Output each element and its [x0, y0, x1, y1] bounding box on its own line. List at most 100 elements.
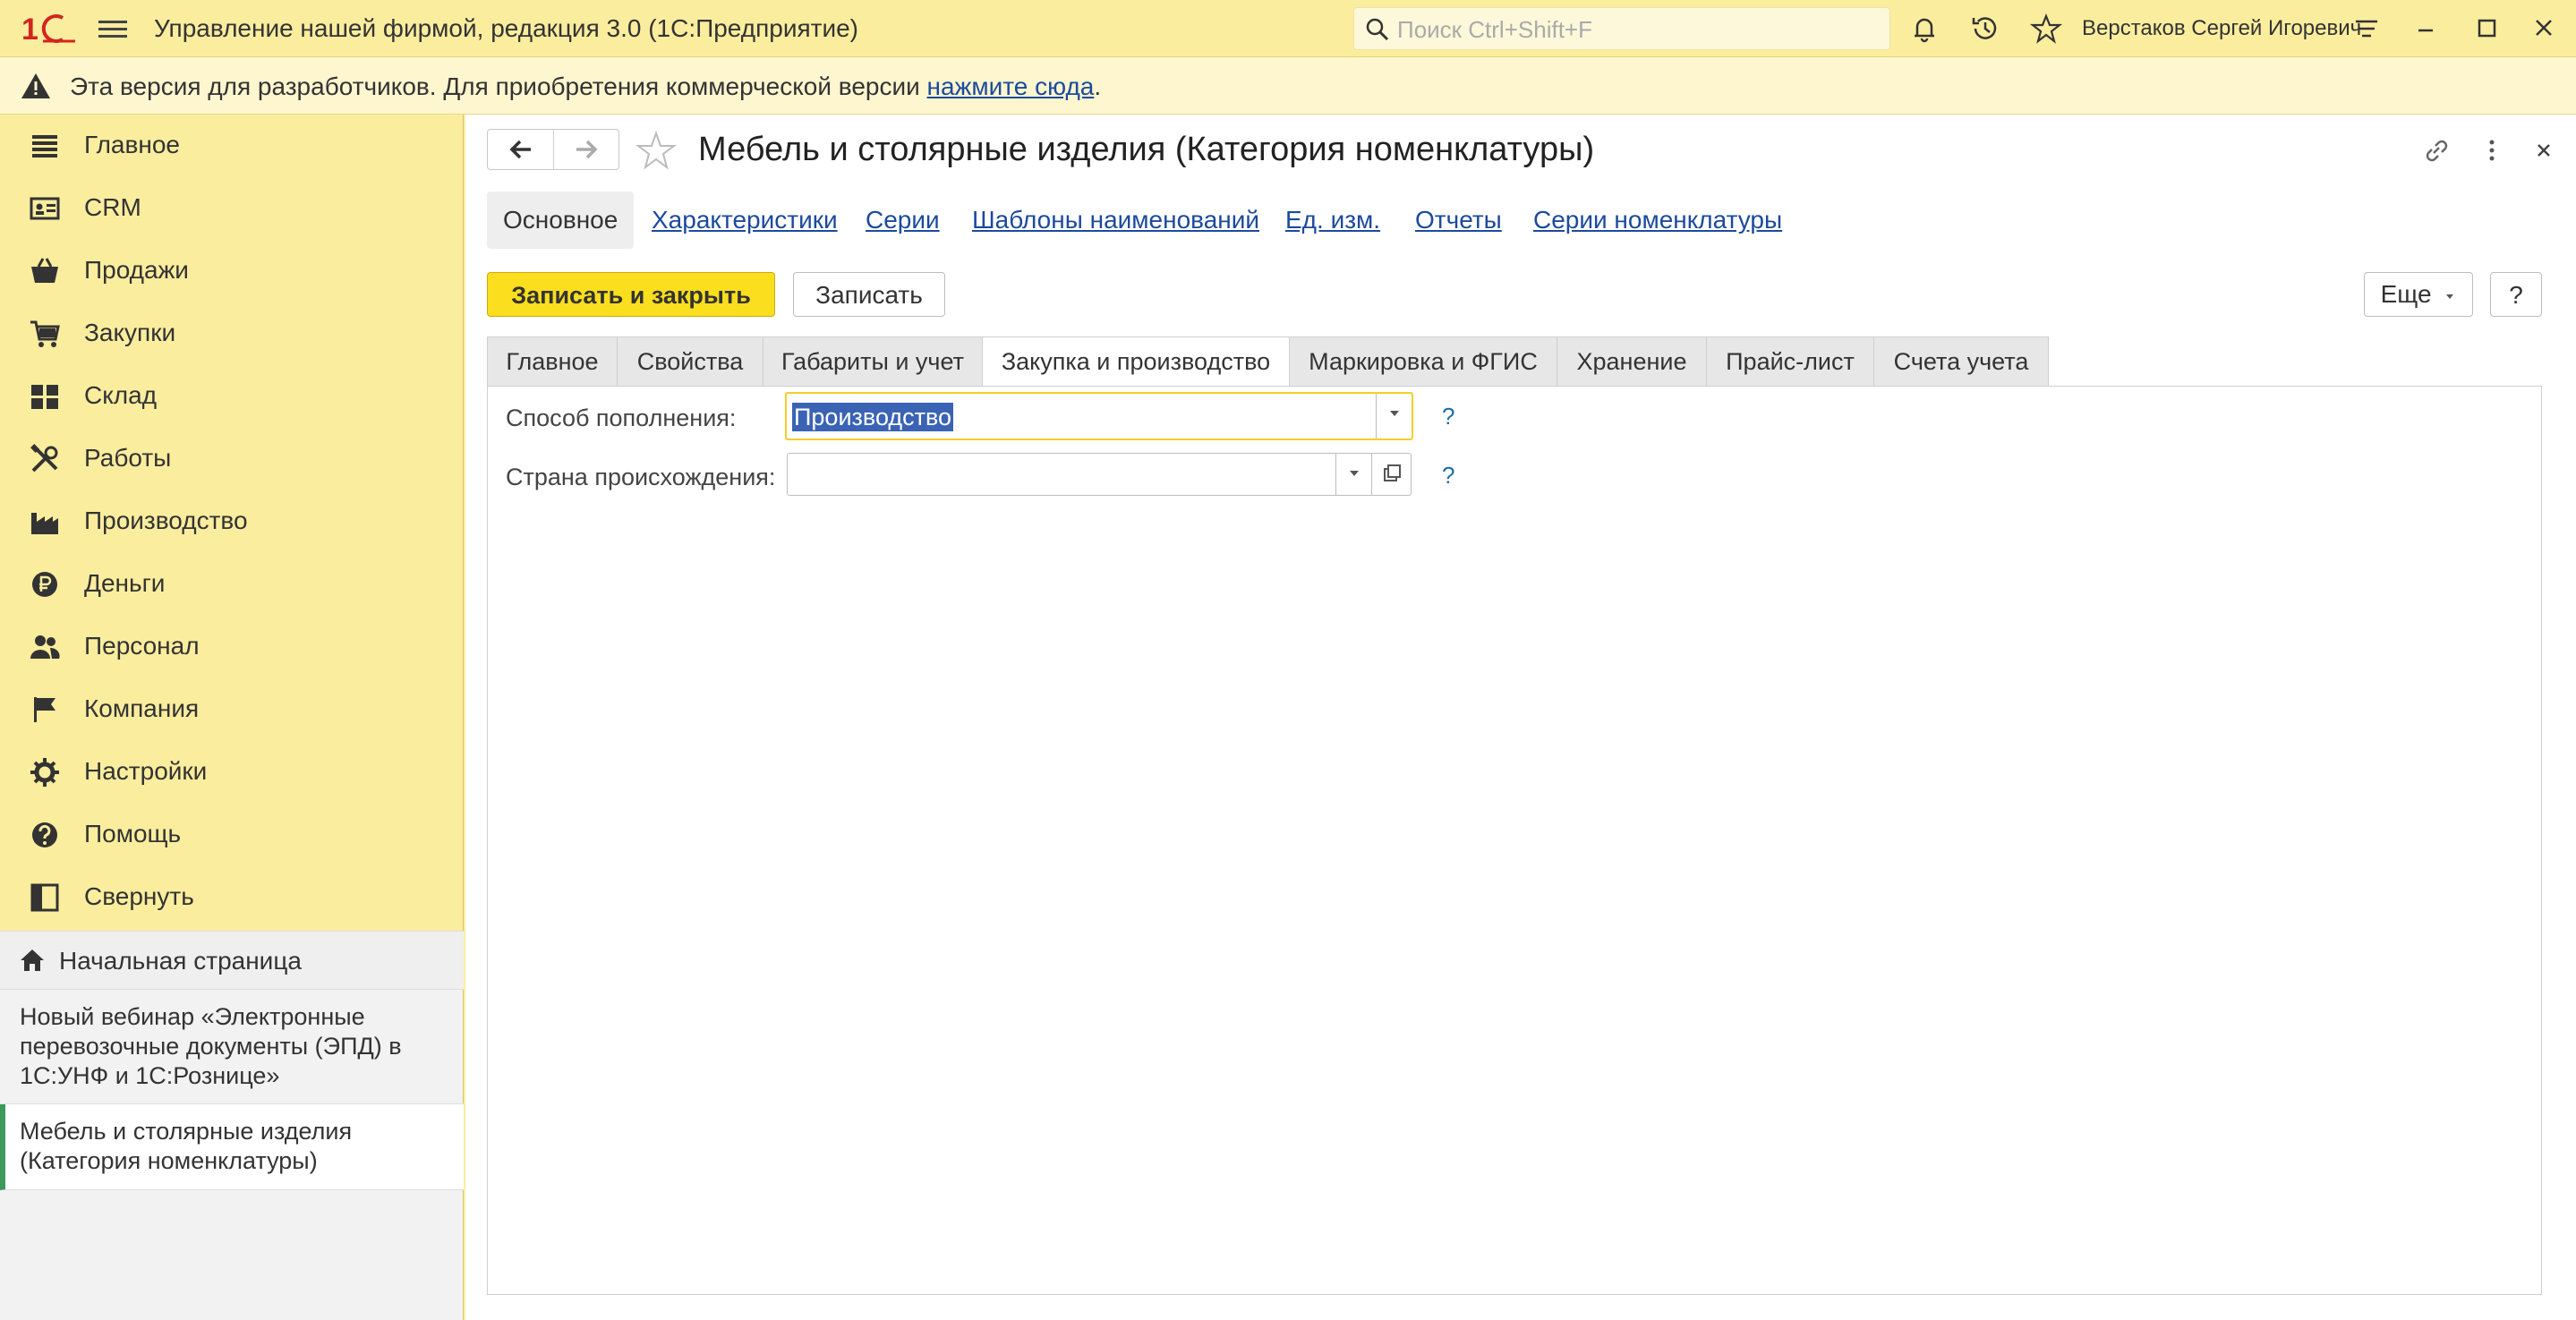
tab-price-list[interactable]: Прайс-лист [1706, 336, 1874, 387]
forward-arrow-icon[interactable] [554, 130, 619, 169]
tab-marking[interactable]: Маркировка и ФГИС [1289, 336, 1557, 387]
menu-lines-icon [32, 135, 57, 158]
sidebar-item-collapse[interactable]: Свернуть [0, 866, 464, 929]
help-circle-icon [32, 822, 57, 847]
back-arrow-icon[interactable] [488, 130, 553, 169]
subtab-characteristics[interactable]: Характеристики [652, 192, 838, 249]
flag-icon [34, 697, 55, 722]
sidebar-item-settings[interactable]: Настройки [0, 741, 464, 804]
sidebar-item-production[interactable]: Производство [0, 490, 464, 553]
sidebar-item-label: Главное [84, 131, 180, 158]
sidebar-item-main[interactable]: Главное [0, 115, 464, 177]
warning-icon [21, 73, 50, 98]
sidebar-item-company[interactable]: Компания [0, 678, 464, 741]
main-menu-icon[interactable] [98, 16, 127, 41]
notice-suffix: . [1094, 72, 1102, 100]
sidebar-item-sales[interactable]: Продажи [0, 240, 464, 302]
settings-list-icon[interactable] [2350, 13, 2383, 45]
home-icon [21, 950, 44, 971]
close-icon[interactable] [2528, 134, 2560, 166]
cart-icon [30, 320, 60, 347]
sidebar-item-works[interactable]: Работы [0, 428, 464, 490]
1c-logo-icon: 1 [21, 13, 75, 47]
close-window-icon[interactable] [2522, 9, 2565, 48]
sidebar-item-staff[interactable]: Персонал [0, 616, 464, 678]
sidebar-item-label: Продажи [84, 256, 189, 284]
home-page-label: Начальная страница [59, 947, 302, 975]
sidebar-item-crm[interactable]: CRM [0, 177, 464, 240]
sidebar-item-label: Персонал [84, 632, 200, 660]
document-window: Мебель и столярные изделия (Категория но… [465, 115, 2576, 1320]
app-title: Управление нашей фирмой, редакция 3.0 (1… [154, 14, 858, 42]
notice-message: Эта версия для разработчиков. Для приобр… [70, 72, 927, 100]
tab-main[interactable]: Главное [487, 336, 618, 387]
country-dropdown-button[interactable] [1335, 454, 1371, 495]
subtab-main[interactable]: Основное [487, 192, 635, 249]
subtab-item-series[interactable]: Серии номенклатуры [1533, 192, 1782, 249]
sidebar-item-warehouse[interactable]: Склад [0, 365, 464, 428]
tab-properties[interactable]: Свойства [617, 336, 763, 387]
sidebar-item-help[interactable]: Помощь [0, 804, 464, 866]
factory-icon [31, 513, 58, 534]
collapse-panel-icon [30, 883, 59, 912]
search-box[interactable] [1353, 7, 1890, 50]
search-input[interactable] [1395, 13, 1882, 46]
chevron-down-icon [2446, 294, 2454, 299]
link-icon[interactable] [2420, 134, 2452, 166]
sidebar-item-label: Склад [84, 381, 158, 409]
sidebar-item-purchases[interactable]: Закупки [0, 302, 464, 365]
basket-icon [31, 258, 58, 283]
more-button[interactable]: Еще [2364, 272, 2473, 317]
subtab-name-templates[interactable]: Шаблоны наименований [972, 192, 1259, 249]
tab-content: Способ пополнения: Производство ? Страна… [487, 386, 2542, 1295]
developer-notice: Эта версия для разработчиков. Для приобр… [0, 57, 2576, 115]
favorite-star-icon[interactable] [634, 129, 678, 174]
home-page-item[interactable]: Начальная страница [0, 931, 464, 990]
sidebar-item-label: Свернуть [84, 882, 194, 910]
subtab-reports[interactable]: Отчеты [1415, 192, 1502, 249]
purchase-link[interactable]: нажмите сюда [927, 72, 1095, 100]
minimize-icon[interactable] [2404, 9, 2447, 48]
sidebar-item-label: Настройки [84, 757, 208, 785]
subtab-series[interactable]: Серии [866, 192, 940, 249]
save-and-close-button[interactable]: Записать и закрыть [487, 272, 775, 317]
sidebar-item-label: Помощь [84, 820, 182, 847]
maximize-icon[interactable] [2465, 9, 2508, 48]
sidebar-item-label: Работы [84, 444, 172, 472]
country-of-origin-field[interactable] [787, 453, 1412, 496]
notice-text: Эта версия для разработчиков. Для приобр… [70, 72, 1101, 101]
more-vertical-icon[interactable] [2476, 134, 2508, 166]
open-window-webinar[interactable]: Новый вебинар «Электронные перевозочные … [0, 990, 464, 1104]
replenishment-method-label: Способ пополнения: [506, 405, 737, 431]
user-name[interactable]: Верстаков Сергей Игоревич [2082, 16, 2361, 41]
sidebar-item-label: Производство [84, 507, 248, 534]
tab-dimensions[interactable]: Габариты и учет [763, 336, 983, 387]
subtab-units[interactable]: Ед. изм. [1285, 192, 1380, 249]
app-logo: 1 [21, 9, 79, 48]
country-open-button[interactable] [1371, 454, 1411, 495]
open-form-icon [1384, 464, 1401, 481]
history-icon[interactable] [1969, 13, 2001, 45]
people-icon [30, 635, 60, 659]
country-help-link[interactable]: ? [1442, 462, 1454, 490]
tools-icon [30, 444, 58, 473]
warehouse-icon [31, 385, 58, 409]
sidebar-item-label: Деньги [84, 569, 166, 597]
tab-purchase-production[interactable]: Закупка и производство [982, 336, 1290, 387]
sidebar-item-label: Компания [84, 694, 200, 722]
replenishment-help-link[interactable]: ? [1442, 403, 1454, 430]
help-button[interactable]: ? [2490, 272, 2542, 317]
save-button[interactable]: Записать [793, 272, 945, 317]
svg-text:1: 1 [21, 13, 38, 47]
open-window-category[interactable]: Мебель и столярные изделия (Категория но… [0, 1104, 464, 1190]
more-button-label: Еще [2380, 280, 2432, 308]
tab-accounts[interactable]: Счета учета [1873, 336, 2049, 387]
gear-icon [30, 758, 59, 787]
document-title: Мебель и столярные изделия (Категория но… [698, 131, 1595, 168]
tab-storage[interactable]: Хранение [1557, 336, 1707, 387]
sidebar-item-money[interactable]: Деньги [0, 553, 464, 616]
favorites-star-icon[interactable] [2030, 13, 2062, 45]
replenishment-method-field[interactable]: Производство [785, 392, 1413, 440]
bell-icon[interactable] [1908, 13, 1941, 45]
replenishment-dropdown-button[interactable] [1376, 394, 1412, 439]
